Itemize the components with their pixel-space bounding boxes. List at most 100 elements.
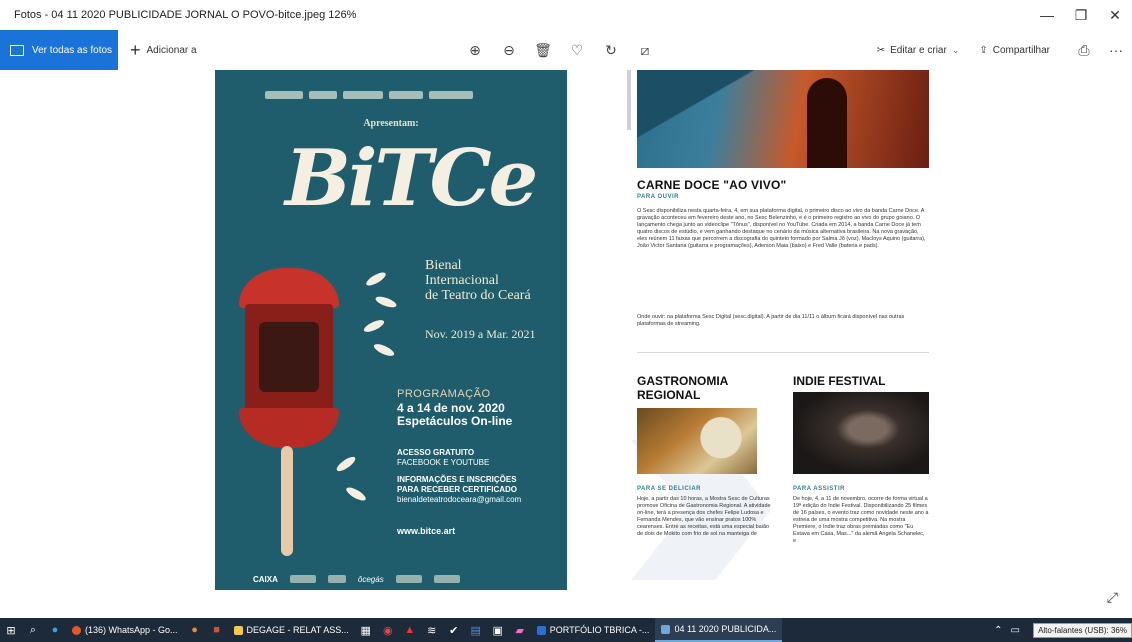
prog-line: Espetáculos On-line	[397, 414, 513, 428]
share-label: Compartilhar	[992, 44, 1050, 56]
bitce-logo: BiTCe	[285, 133, 538, 224]
registration-info: INFORMAÇÕES E INSCRIÇÕES PARA RECEBER CE…	[397, 475, 521, 505]
window-title: Fotos - 04 11 2020 PUBLICIDADE JORNAL O …	[14, 9, 357, 21]
acrobat-icon[interactable]: ▲	[399, 618, 421, 642]
concert-photo	[637, 70, 929, 168]
sponsor-logo	[265, 91, 303, 99]
taskbar-whatsapp[interactable]: (136) WhatsApp - Go...	[66, 618, 184, 642]
sponsor-cegas: ôcegás	[357, 574, 384, 584]
sponsor-caixa: CAIXA	[253, 574, 278, 584]
heart-icon[interactable]: ♡	[560, 30, 594, 70]
programacao-label: PROGRAMAÇÃO	[397, 388, 491, 400]
edit-create-button[interactable]: ✂ Editar e criar ⌄	[877, 45, 960, 56]
tray-chevron-icon[interactable]: ⌃	[994, 625, 1002, 636]
circus-tent-body	[245, 304, 333, 414]
edit-icon: ✂	[876, 44, 886, 56]
edge-browser-icon[interactable]: ●	[44, 618, 66, 642]
folder-icon	[233, 625, 243, 635]
taskbar-degage[interactable]: DEGAGE - RELAT ASS...	[228, 618, 355, 642]
sponsor-logo	[289, 575, 316, 583]
sponsor-logos-top	[265, 88, 525, 102]
chevron-down-icon: ⌄	[951, 44, 960, 55]
sponsor-logo	[389, 91, 423, 99]
portfolio-label: PORTFÓLIO TBRICA -...	[549, 625, 650, 635]
firefox-icon[interactable]: ●	[184, 618, 206, 642]
close-button[interactable]: ✕	[1098, 0, 1132, 30]
carne-doce-body: O Sesc disponibiliza nesta quarta-feira,…	[637, 208, 926, 249]
zoom-out-icon[interactable]: ⊖	[492, 30, 526, 70]
network-icon[interactable]: ▭	[1011, 625, 1020, 636]
minimize-button[interactable]: —	[1030, 0, 1064, 30]
print-icon[interactable]: ⎙	[1068, 30, 1100, 70]
add-to-button[interactable]: + Adicionar a	[130, 41, 197, 59]
expand-icon[interactable]: ⤢	[1107, 589, 1118, 606]
powerpoint-icon[interactable]: ■	[206, 618, 228, 642]
gastro-title-line: GASTRONOMIA	[637, 374, 729, 388]
app-icon[interactable]: ◉	[377, 618, 399, 642]
windows-start-icon[interactable]: ⊞	[0, 618, 22, 642]
vertical-caption-strip	[627, 70, 631, 130]
poster-image: Apresentam: BiTCe Bienal Internacional d…	[215, 70, 567, 590]
photo-toolbar: Ver todas as fotos + Adicionar a ⊕ ⊖ 🗑 ♡…	[0, 30, 1132, 70]
registration-line: PARA RECEBER CERTIFICADO	[397, 485, 518, 494]
bienal-line: Internacional	[425, 273, 499, 288]
performer-legs	[281, 446, 293, 556]
access-line: FACEBOOK E YOUTUBE	[397, 458, 490, 467]
zoom-in-icon[interactable]: ⊕	[458, 30, 492, 70]
circus-skirt	[239, 408, 339, 448]
sponsor-logos-bottom: CAIXA ôcegás	[253, 572, 543, 586]
calculator-icon[interactable]: ▦	[355, 618, 377, 642]
gastronomia-body: Hoje, a partir das 10 horas, a Mostra Se…	[637, 496, 771, 537]
para-ouvir-tag: PARA OUVIR	[637, 194, 680, 200]
sponsor-logo	[429, 91, 473, 99]
app-icon[interactable]: ▣	[487, 618, 509, 642]
access-line: ACESSO GRATUITO	[397, 448, 475, 457]
bienal-title: Bienal Internacional de Teatro do Ceará	[425, 258, 531, 303]
app-icon[interactable]: ≋	[421, 618, 443, 642]
crop-icon[interactable]: ⧄	[628, 30, 662, 70]
para-se-deliciar-tag: PARA SE DELICIAR	[637, 486, 702, 492]
view-all-label: Ver todas as fotos	[32, 44, 113, 56]
bienal-line: Bienal	[425, 258, 462, 273]
app-icon[interactable]: ▤	[465, 618, 487, 642]
sponsor-logo	[327, 575, 346, 583]
taskbar-portfolio[interactable]: PORTFÓLIO TBRICA -...	[531, 618, 656, 642]
whatsapp-label: (136) WhatsApp - Go...	[85, 625, 178, 635]
access-info: ACESSO GRATUITO FACEBOOK E YOUTUBE	[397, 448, 489, 468]
plus-icon: +	[130, 40, 141, 60]
sponsor-logo	[309, 91, 337, 99]
search-icon[interactable]: ⌕	[22, 618, 44, 642]
app-icon[interactable]: ✔	[443, 618, 465, 642]
festival-dates: Nov. 2019 a Mar. 2021	[425, 327, 536, 341]
taskbar-photos[interactable]: 04 11 2020 PUBLICIDA...	[655, 618, 783, 642]
photos-label: 04 11 2020 PUBLICIDA...	[674, 624, 777, 634]
leaf-decoration	[374, 294, 398, 310]
indie-photo	[793, 392, 929, 474]
image-canvas[interactable]: Apresentam: BiTCe Bienal Internacional d…	[0, 70, 1132, 618]
section-divider	[637, 352, 929, 353]
sponsor-logo	[343, 91, 383, 99]
leaf-decoration	[344, 485, 368, 503]
para-assistir-tag: PARA ASSISTIR	[793, 486, 845, 492]
add-label: Adicionar a	[146, 44, 197, 56]
indie-festival-headline: INDIE FESTIVAL	[793, 374, 886, 388]
newspaper-page: CARNE DOCE "AO VIVO" PARA OUVIR O Sesc d…	[611, 70, 947, 618]
circus-tent-top	[239, 268, 339, 308]
restore-button[interactable]: ❐	[1064, 0, 1098, 30]
delete-icon[interactable]: 🗑	[526, 30, 560, 70]
word-icon	[536, 625, 546, 635]
volume-tooltip: Alto-falantes (USB): 36%	[1033, 623, 1132, 638]
rotate-icon[interactable]: ↻	[594, 30, 628, 70]
gastro-title-line: REGIONAL	[637, 388, 701, 402]
leaf-decoration	[334, 454, 358, 474]
edit-label: Editar e criar	[890, 44, 947, 56]
photos-icon	[661, 624, 671, 634]
share-button[interactable]: ⇪ Compartilhar	[979, 45, 1050, 56]
registration-email: bienaldeteatrodoceara@gmail.com	[397, 495, 522, 504]
view-all-photos-button[interactable]: Ver todas as fotos	[0, 30, 118, 70]
more-icon[interactable]: ···	[1100, 30, 1132, 70]
bienal-line: de Teatro do Ceará	[425, 288, 531, 303]
presents-text: Apresentam:	[363, 118, 419, 129]
toolbar-right: ✂ Editar e criar ⌄ ⇪ Compartilhar ⎙ ···	[877, 30, 1132, 70]
app-icon[interactable]: ▰	[509, 618, 531, 642]
